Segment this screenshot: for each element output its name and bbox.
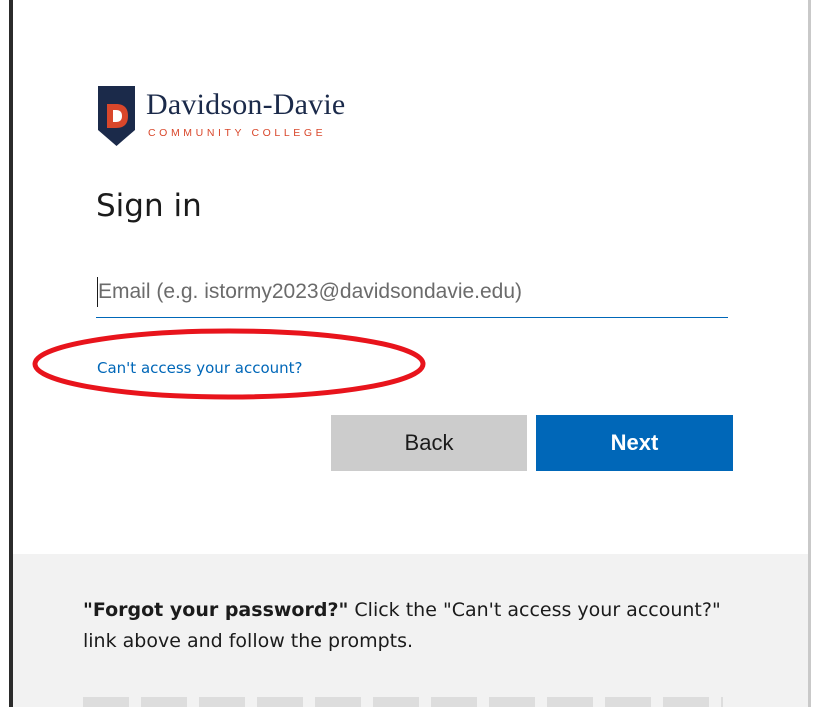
next-button[interactable]: Next xyxy=(536,415,733,471)
sign-in-card: Davidson-Davie COMMUNITY COLLEGE Sign in… xyxy=(13,0,808,707)
college-logo: Davidson-Davie COMMUNITY COLLEGE xyxy=(98,86,438,152)
page: Davidson-Davie COMMUNITY COLLEGE Sign in… xyxy=(0,0,814,707)
college-subtitle: COMMUNITY COLLEGE xyxy=(148,127,327,139)
college-name: Davidson-Davie xyxy=(146,88,346,121)
page-title: Sign in xyxy=(96,188,202,224)
shield-d-logo-icon xyxy=(98,86,135,146)
text-cursor xyxy=(97,277,98,307)
help-text: "Forgot your password?" Click the "Can't… xyxy=(83,595,743,657)
help-footer: "Forgot your password?" Click the "Can't… xyxy=(13,554,808,707)
help-bold-lead: "Forgot your password?" xyxy=(83,599,349,621)
cut-off-text-line xyxy=(83,697,723,707)
email-field[interactable] xyxy=(96,266,728,318)
window-right-edge xyxy=(808,0,811,707)
cant-access-account-link[interactable]: Can't access your account? xyxy=(97,359,302,377)
back-button[interactable]: Back xyxy=(331,415,527,471)
